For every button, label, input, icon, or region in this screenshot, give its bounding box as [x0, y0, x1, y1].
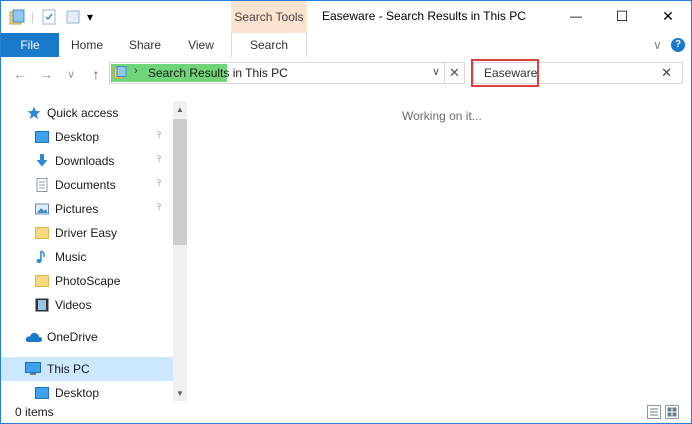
properties-icon: [42, 9, 56, 25]
nav-item-label: Desktop: [55, 130, 100, 144]
nav-item-label: PhotoScape: [55, 274, 121, 288]
large-icons-view-icon[interactable]: [665, 405, 679, 419]
nav-item-label: This PC: [47, 362, 90, 376]
nav-item-label: Driver Easy: [55, 226, 118, 240]
nav-item-label: Videos: [55, 298, 92, 312]
tab-share[interactable]: Share: [121, 33, 169, 57]
pin-icon: ⫯: [157, 178, 162, 189]
clear-search-icon[interactable]: ✕: [661, 65, 672, 81]
nav-item-music[interactable]: Music: [1, 245, 173, 269]
recent-locations-button[interactable]: ∨: [63, 65, 79, 83]
scroll-down-button[interactable]: ▼: [173, 385, 187, 401]
new-folder-icon: [66, 10, 80, 24]
tab-file[interactable]: File: [1, 33, 59, 57]
maximize-button[interactable]: ☐: [599, 1, 645, 31]
nav-item-label: Music: [55, 250, 87, 264]
forward-button[interactable]: →: [37, 65, 55, 83]
minimize-icon: —: [570, 9, 582, 23]
forward-arrow-icon: →: [39, 66, 53, 82]
breadcrumb-chevron-icon: ›: [134, 65, 138, 77]
search-tools-context-tab: Search Tools: [231, 1, 307, 33]
navigation-pane: Quick access Desktop ⫯ Downloads ⫯ Docum…: [1, 91, 187, 401]
nav-item-label: OneDrive: [47, 330, 98, 344]
nav-item-label: Quick access: [47, 106, 119, 120]
ribbon-tabs: File Home Share View Search ∨ ?: [1, 33, 691, 58]
customize-qa-dropdown[interactable]: ▾: [87, 7, 93, 27]
cloud-icon: [25, 332, 43, 342]
search-results-icon: [114, 66, 127, 79]
scroll-up-icon: ▲: [176, 104, 184, 114]
tab-search[interactable]: Search: [231, 33, 307, 57]
nav-item-desktop[interactable]: Desktop ⫯: [1, 125, 173, 149]
scroll-thumb[interactable]: [173, 119, 187, 245]
scroll-up-button[interactable]: ▲: [173, 101, 187, 117]
help-button[interactable]: ?: [671, 33, 685, 57]
tab-view[interactable]: View: [177, 33, 225, 57]
close-button[interactable]: ✕: [645, 1, 691, 31]
back-arrow-icon: ←: [13, 66, 27, 82]
desktop-icon: [35, 387, 49, 399]
close-icon: ✕: [662, 7, 674, 24]
window-icon[interactable]: [9, 7, 25, 27]
maximize-icon: ☐: [615, 7, 629, 24]
nav-item-quick-access[interactable]: Quick access: [1, 101, 173, 125]
qa-separator: |: [31, 10, 35, 24]
folder-icon: [35, 227, 49, 239]
up-button[interactable]: ↑: [87, 65, 105, 83]
new-folder-button[interactable]: [65, 7, 81, 27]
close-icon: ✕: [449, 65, 460, 80]
videos-icon: [35, 298, 49, 312]
nav-item-driver-easy[interactable]: Driver Easy: [1, 221, 173, 245]
documents-icon: [36, 178, 48, 192]
up-arrow-icon: ↑: [92, 66, 100, 82]
chevron-down-icon: ▾: [87, 10, 94, 24]
stop-search-button[interactable]: ✕: [445, 62, 465, 84]
nav-item-pictures[interactable]: Pictures ⫯: [1, 197, 173, 221]
properties-button[interactable]: [41, 7, 57, 27]
minimize-button[interactable]: —: [553, 1, 599, 31]
nav-item-label: Pictures: [55, 202, 99, 216]
nav-item-label: Downloads: [55, 154, 115, 168]
desktop-icon: [35, 131, 49, 143]
folder-icon: [35, 275, 49, 287]
help-icon: ?: [671, 38, 685, 52]
details-view-icon[interactable]: [647, 405, 661, 419]
back-button[interactable]: ←: [11, 65, 29, 83]
scroll-down-icon: ▼: [176, 388, 184, 398]
status-bar: 0 items: [1, 401, 691, 423]
pictures-icon: [35, 203, 49, 215]
address-text[interactable]: Search Results in This PC: [148, 66, 288, 80]
pin-icon: ⫯: [157, 202, 162, 213]
music-icon: [36, 250, 45, 263]
navigation-bar: ← → ∨ ↑ › Search Results in This PC ∨ ✕ …: [1, 57, 691, 91]
nav-item-this-pc[interactable]: This PC: [1, 357, 173, 381]
title-bar: | ▾ Search Tools Easeware - Search Resul…: [1, 1, 691, 33]
pin-icon: ⫯: [157, 154, 162, 165]
nav-item-photoscape[interactable]: PhotoScape: [1, 269, 173, 293]
pin-icon: ⫯: [157, 130, 162, 141]
nav-item-downloads[interactable]: Downloads ⫯: [1, 149, 173, 173]
search-highlight-box: [471, 59, 539, 87]
nav-item-label: Desktop: [55, 386, 100, 400]
chevron-down-icon: ∨: [653, 38, 662, 52]
item-count: 0 items: [15, 405, 54, 419]
nav-item-documents[interactable]: Documents ⫯: [1, 173, 173, 197]
address-bar[interactable]: › Search Results in This PC ∨: [109, 62, 445, 84]
results-pane: Working on it...: [187, 91, 691, 401]
chevron-down-icon: ∨: [66, 68, 76, 81]
working-message: Working on it...: [402, 109, 482, 123]
ribbon-collapse-button[interactable]: ∨: [653, 33, 662, 57]
computer-icon: [25, 362, 41, 375]
explorer-window: | ▾ Search Tools Easeware - Search Resul…: [0, 0, 692, 424]
window-title: Easeware - Search Results in This PC: [322, 9, 526, 23]
nav-item-onedrive[interactable]: OneDrive: [1, 325, 173, 349]
nav-item-desktop-pc[interactable]: Desktop: [1, 381, 173, 401]
nav-item-videos[interactable]: Videos: [1, 293, 173, 317]
nav-item-label: Documents: [55, 178, 116, 192]
star-icon: [27, 106, 41, 119]
tab-home[interactable]: Home: [63, 33, 111, 57]
folder-window-icon: [9, 9, 25, 25]
download-icon: [36, 154, 48, 167]
address-dropdown-icon[interactable]: ∨: [432, 65, 440, 78]
